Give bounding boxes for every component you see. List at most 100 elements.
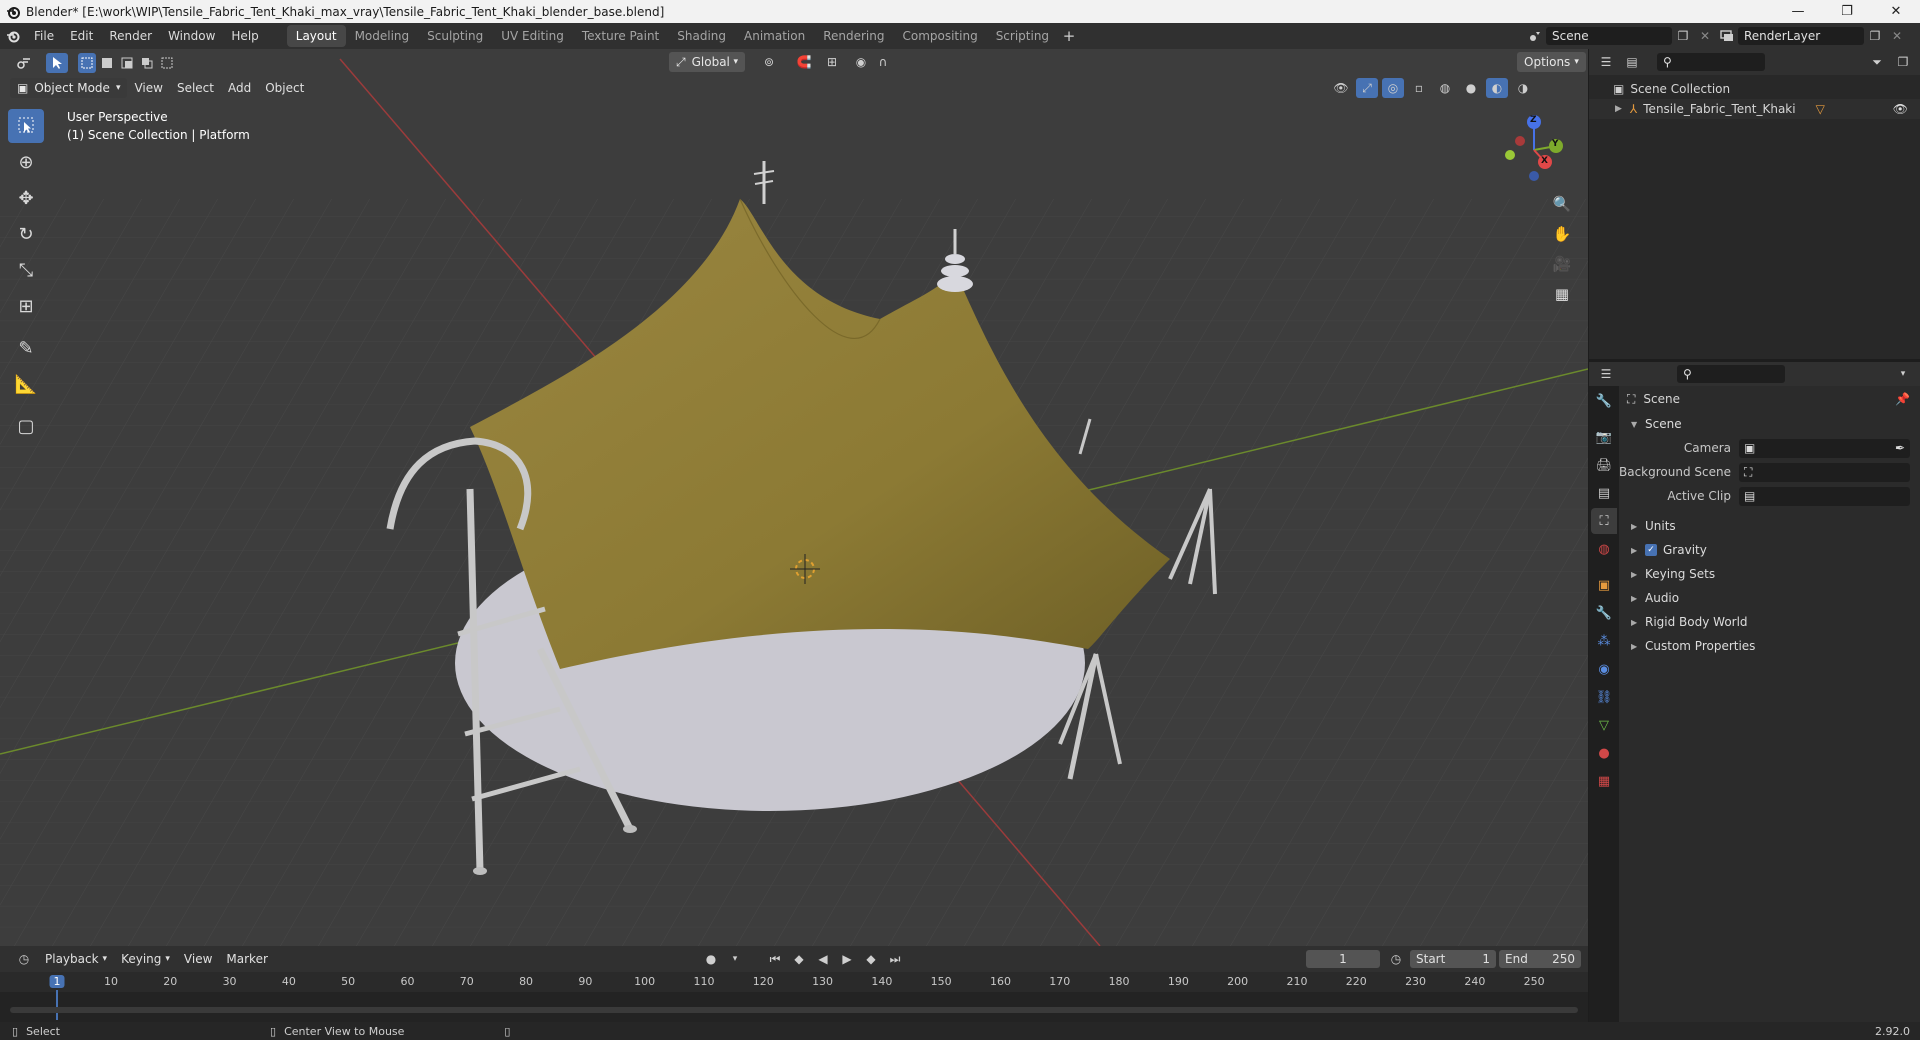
select-mode-extend-icon[interactable] xyxy=(98,53,116,73)
snap-toggle-icon[interactable]: 🧲 xyxy=(790,52,818,72)
pan-hand-icon[interactable]: ✋ xyxy=(1549,221,1575,247)
tab-modeling[interactable]: Modeling xyxy=(346,25,419,47)
scene-tab-icon[interactable]: ⛶ xyxy=(1591,508,1617,534)
world-tab-icon[interactable]: ◍ xyxy=(1591,536,1617,562)
timeline-ruler[interactable]: 1 10 20 30 40 50 60 70 80 90 100 110 120 130 140 150 160… xyxy=(0,972,1588,1020)
current-frame-field[interactable]: 1 xyxy=(1306,950,1380,968)
properties-options-icon[interactable]: ▾ xyxy=(1892,364,1914,384)
add-workspace-button[interactable]: + xyxy=(1058,26,1080,46)
zoom-icon[interactable]: 🔍 xyxy=(1549,191,1575,217)
move-tool-icon[interactable]: ✥ xyxy=(8,181,44,215)
tab-layout[interactable]: Layout xyxy=(286,25,346,47)
play-reverse-icon[interactable]: ◀ xyxy=(812,949,834,969)
delete-render-layer-icon[interactable]: ✕ xyxy=(1886,26,1908,46)
timeline-editor-type-icon[interactable]: ◷ xyxy=(10,949,38,969)
select-mode-subtract-icon[interactable] xyxy=(118,53,136,73)
data-tab-icon[interactable]: ▽ xyxy=(1591,712,1617,738)
maximize-button[interactable]: ❐ xyxy=(1824,0,1870,23)
camera-view-icon[interactable]: 🎥 xyxy=(1549,251,1575,277)
rigid-body-world-panel-header[interactable]: ▶ Rigid Body World xyxy=(1619,610,1920,634)
tab-scripting[interactable]: Scripting xyxy=(987,25,1058,47)
new-render-layer-icon[interactable]: ❐ xyxy=(1864,26,1886,46)
scene-browse-icon[interactable] xyxy=(1524,26,1546,46)
viewport-menu-object[interactable]: Object xyxy=(258,78,311,98)
active-clip-field[interactable]: ▤ xyxy=(1739,486,1910,506)
mode-dropdown[interactable]: ▣ Object Mode ▾ xyxy=(10,78,128,98)
tab-compositing[interactable]: Compositing xyxy=(893,25,986,47)
viewport-menu-add[interactable]: Add xyxy=(221,78,258,98)
particles-tab-icon[interactable]: ⁂ xyxy=(1591,628,1617,654)
visibility-eye-icon[interactable]: 👁 xyxy=(1893,102,1908,116)
rendered-shading-icon[interactable]: ◑ xyxy=(1512,78,1534,98)
tab-animation[interactable]: Animation xyxy=(735,25,814,47)
render-layer-field[interactable]: RenderLayer xyxy=(1738,27,1864,45)
scene-panel-header[interactable]: ▼ Scene xyxy=(1619,412,1920,436)
background-scene-field[interactable]: ⛶ xyxy=(1739,462,1910,482)
timeline-menu-view[interactable]: View xyxy=(177,949,219,969)
close-window-button[interactable]: ✕ xyxy=(1873,0,1919,23)
pivot-point-icon[interactable]: ⊚ xyxy=(755,52,783,72)
menu-render[interactable]: Render xyxy=(101,23,160,49)
tab-texture-paint[interactable]: Texture Paint xyxy=(573,25,668,47)
viewport-menu-view[interactable]: View xyxy=(127,78,169,98)
transform-orientation-dropdown[interactable]: ⤢ Global ▾ xyxy=(669,52,745,72)
rotate-tool-icon[interactable]: ↻ xyxy=(8,217,44,251)
custom-properties-panel-header[interactable]: ▶ Custom Properties xyxy=(1619,634,1920,658)
tool-tab-icon[interactable]: 🔧 xyxy=(1591,388,1617,414)
modifier-icon[interactable]: ▽ xyxy=(1816,102,1825,116)
next-keyframe-icon[interactable]: ◆ xyxy=(860,949,882,969)
physics-tab-icon[interactable]: ◉ xyxy=(1591,656,1617,682)
outliner-editor-type-icon[interactable]: ☰ xyxy=(1595,52,1617,72)
properties-search-input[interactable]: ⚲ xyxy=(1677,365,1785,383)
display-mode-icon[interactable]: ▤ xyxy=(1621,52,1643,72)
delete-scene-icon[interactable]: ✕ xyxy=(1694,26,1716,46)
filter-icon[interactable]: ⏷ xyxy=(1866,52,1888,72)
solid-shading-icon[interactable]: ● xyxy=(1460,78,1482,98)
jump-end-icon[interactable]: ⏭ xyxy=(884,949,906,969)
view-layer-tab-icon[interactable]: ▤ xyxy=(1591,480,1617,506)
proportional-falloff-icon[interactable]: ∩ xyxy=(872,52,894,72)
ortho-toggle-icon[interactable]: ▦ xyxy=(1549,281,1575,307)
outliner-search-input[interactable]: ⚲ xyxy=(1657,53,1765,71)
select-mode-difference-icon[interactable] xyxy=(138,53,156,73)
select-mode-intersect-icon[interactable] xyxy=(158,53,176,73)
visibility-toggle-icon[interactable]: 👁 xyxy=(1330,78,1352,98)
viewport-menu-select[interactable]: Select xyxy=(170,78,221,98)
jump-start-icon[interactable]: ⏮ xyxy=(764,949,786,969)
proportional-edit-icon[interactable]: ◉ xyxy=(850,52,872,72)
timeline-scrollbar[interactable] xyxy=(10,1007,1578,1013)
options-dropdown[interactable]: Options ▾ xyxy=(1517,52,1586,72)
modifier-tab-icon[interactable]: 🔧 xyxy=(1591,600,1617,626)
record-options-icon[interactable]: ▾ xyxy=(724,949,746,969)
scene-name-field[interactable]: Scene xyxy=(1546,27,1672,45)
3d-viewport[interactable] xyxy=(0,49,1588,946)
timeline-menu-playback[interactable]: Playback ▾ xyxy=(38,949,114,969)
editor-type-icon[interactable] xyxy=(10,53,38,73)
menu-edit[interactable]: Edit xyxy=(62,23,101,49)
wireframe-shading-icon[interactable]: ◍ xyxy=(1434,78,1456,98)
transform-tool-icon[interactable]: ⊞ xyxy=(8,289,44,323)
menu-file[interactable]: File xyxy=(26,23,62,49)
navigation-gizmo[interactable]: Z Y X xyxy=(1490,110,1570,190)
tab-rendering[interactable]: Rendering xyxy=(814,25,893,47)
playhead-line[interactable] xyxy=(56,990,58,1020)
select-mode-new-icon[interactable] xyxy=(78,52,96,73)
gravity-panel-header[interactable]: ▶ ✓ Gravity xyxy=(1619,538,1920,562)
timeline-menu-marker[interactable]: Marker xyxy=(219,949,274,969)
constraints-tab-icon[interactable]: ⛓ xyxy=(1591,684,1617,710)
audio-panel-header[interactable]: ▶ Audio xyxy=(1619,586,1920,610)
camera-field[interactable]: ▣ ✒ xyxy=(1739,438,1910,458)
record-icon[interactable]: ● xyxy=(700,949,722,969)
expand-arrow-icon[interactable]: ▶ xyxy=(1615,104,1622,114)
tab-uv-editing[interactable]: UV Editing xyxy=(492,25,573,47)
minimize-button[interactable]: — xyxy=(1775,0,1821,23)
measure-tool-icon[interactable]: 📐 xyxy=(8,367,44,401)
properties-editor-type-icon[interactable]: ☰ xyxy=(1595,364,1617,384)
render-layer-browse-icon[interactable] xyxy=(1716,26,1738,46)
select-box-tool-icon[interactable] xyxy=(46,52,68,73)
timeline-menu-keying[interactable]: Keying ▾ xyxy=(114,949,177,969)
render-tab-icon[interactable]: 📷 xyxy=(1591,424,1617,450)
object-tab-icon[interactable]: ▣ xyxy=(1591,572,1617,598)
texture-tab-icon[interactable]: ▦ xyxy=(1591,768,1617,794)
snap-target-icon[interactable]: ⊞ xyxy=(818,52,846,72)
